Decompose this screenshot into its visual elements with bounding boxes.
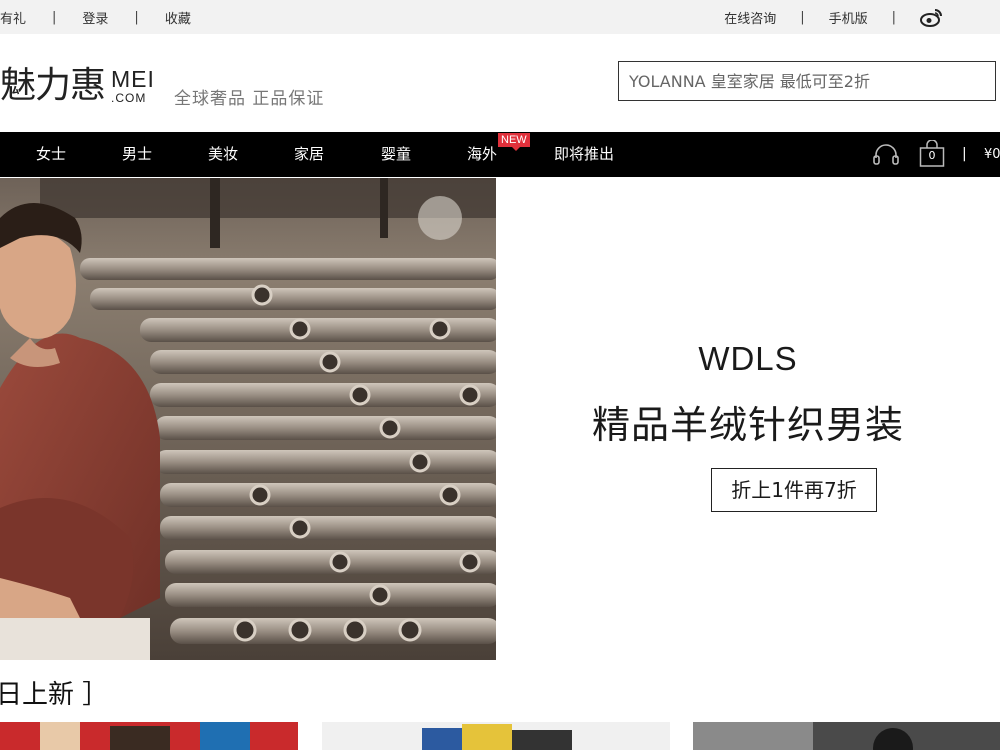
nav-item-home[interactable]: 家居 xyxy=(294,132,324,177)
nav-item-kids[interactable]: 婴童 xyxy=(381,132,411,177)
logo-domain: .COM xyxy=(111,91,147,105)
topbar-separator: | xyxy=(134,9,139,25)
nav-item-overseas[interactable]: 海外 xyxy=(467,132,497,177)
weibo-icon[interactable] xyxy=(920,7,944,27)
product-thumbnail[interactable] xyxy=(322,722,670,750)
logo-mei: MEI xyxy=(111,66,155,92)
topbar-left: 有礼 | 登录 | 收藏 xyxy=(0,0,191,34)
hero-text-panel: WDLS 精品羊绒针织男装 折上1件再7折 xyxy=(496,178,1000,660)
product-thumbnail[interactable] xyxy=(693,722,1000,750)
logo-chinese: 魅力惠 xyxy=(0,65,106,106)
new-arrivals-header: 日上新 ］ xyxy=(0,660,1000,722)
favorites-link[interactable]: 收藏 xyxy=(165,8,191,27)
product-thumbnail-image xyxy=(693,722,1000,750)
hero-brand: WDLS xyxy=(698,340,798,377)
nav-separator: | xyxy=(962,146,967,162)
headset-icon[interactable] xyxy=(872,143,900,167)
search-input[interactable] xyxy=(618,61,996,101)
new-arrivals-title: 日上新 ］ xyxy=(0,680,109,710)
topbar-right: 在线咨询 | 手机版 | xyxy=(724,0,1000,34)
nav-item-women[interactable]: 女士 xyxy=(36,132,66,177)
hero-photo-illustration xyxy=(0,178,496,660)
hero-banner[interactable]: WDLS 精品羊绒针织男装 折上1件再7折 xyxy=(0,178,1000,660)
product-thumbnail-image xyxy=(0,722,298,750)
site-header: 魅力惠 MEI .COM 全球奢品 正品保证 xyxy=(0,34,1000,132)
new-badge: NEW xyxy=(498,133,530,151)
product-thumbnail[interactable] xyxy=(0,722,298,750)
topbar-separator: | xyxy=(52,9,57,25)
site-slogan: 全球奢品 正品保证 xyxy=(174,89,325,109)
hero-offer-button[interactable]: 折上1件再7折 xyxy=(711,468,877,512)
nav-item-men[interactable]: 男士 xyxy=(122,132,152,177)
online-consult-link[interactable]: 在线咨询 xyxy=(724,8,776,27)
top-utility-bar: 有礼 | 登录 | 收藏 在线咨询 | 手机版 | xyxy=(0,0,1000,34)
nav-item-beauty[interactable]: 美妆 xyxy=(208,132,238,177)
hero-photo xyxy=(0,178,496,660)
topbar-separator: | xyxy=(891,9,896,25)
product-thumbnail-image xyxy=(322,722,670,750)
hero-headline: 精品羊绒针织男装 xyxy=(591,403,904,447)
topbar-separator: | xyxy=(800,9,805,25)
site-logo[interactable]: 魅力惠 MEI .COM xyxy=(0,66,155,106)
nav-item-coming-soon[interactable]: 即将推出 xyxy=(554,132,614,177)
login-link[interactable]: 登录 xyxy=(82,8,108,27)
mobile-version-link[interactable]: 手机版 xyxy=(829,8,868,27)
logo-english: MEI .COM xyxy=(111,68,155,106)
cart-count: 0 xyxy=(928,149,936,162)
cart-total[interactable]: ¥0 xyxy=(984,132,1000,177)
topbar-link-gift[interactable]: 有礼 xyxy=(0,8,26,27)
